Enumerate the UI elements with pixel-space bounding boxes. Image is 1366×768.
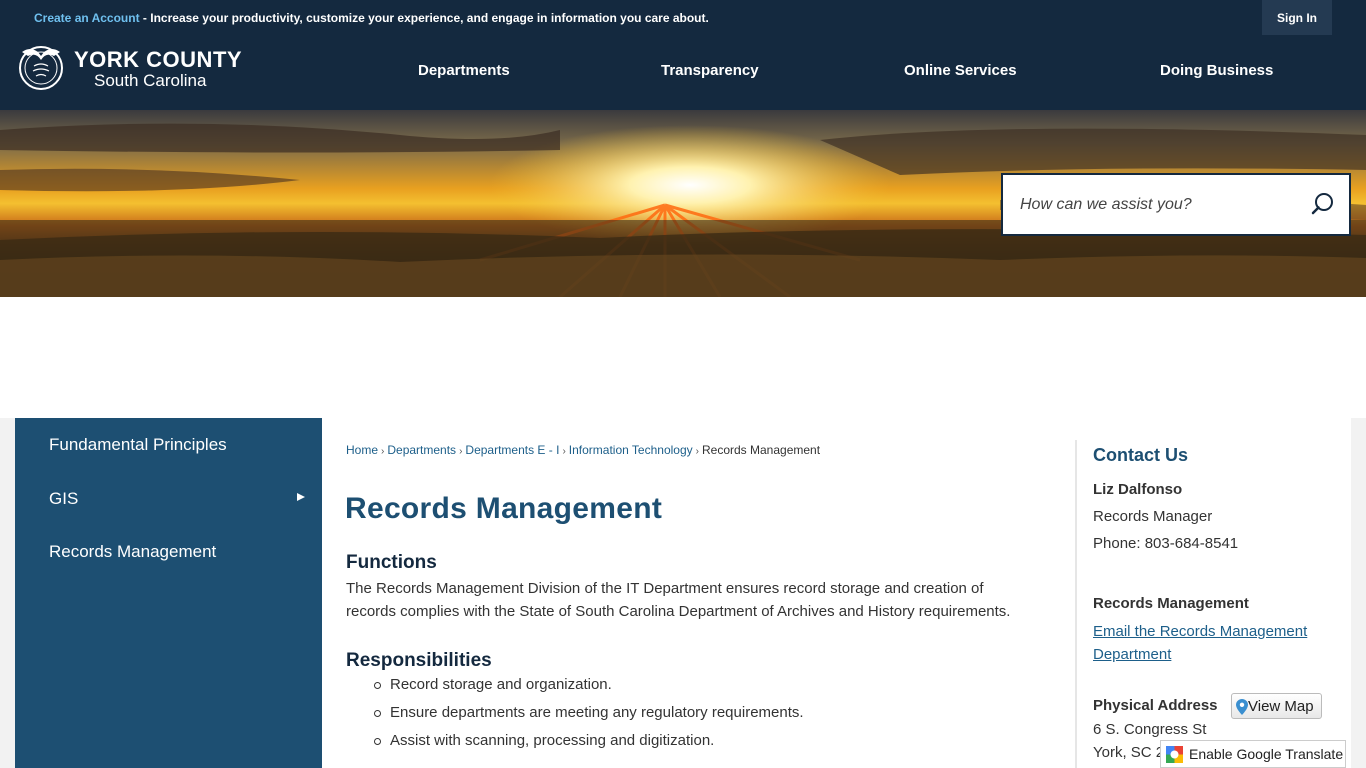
county-seal-logo[interactable] — [16, 42, 66, 92]
list-item: Record storage and organization. — [372, 676, 804, 704]
create-account-link[interactable]: Create an Account — [34, 11, 140, 25]
spacer — [0, 297, 1366, 418]
contact-name: Liz Dalfonso — [1093, 481, 1183, 498]
sign-in-button[interactable]: Sign In — [1262, 0, 1332, 35]
contact-heading: Contact Us — [1093, 445, 1189, 465]
google-translate-button[interactable]: Enable Google Translate — [1160, 740, 1346, 768]
breadcrumb-separator: › — [381, 446, 385, 457]
functions-heading: Functions — [346, 552, 437, 573]
list-item: Assist with scanning, processing and dig… — [372, 732, 804, 760]
nav-departments[interactable]: Departments — [418, 62, 510, 79]
breadcrumb-separator: › — [562, 446, 566, 457]
account-promo-text: - Increase your productivity, customize … — [139, 11, 709, 25]
main-content: Home › Departments › Departments E - I › Infor… — [322, 418, 1351, 768]
search-input[interactable] — [1003, 175, 1303, 234]
search-icon[interactable] — [1309, 191, 1337, 219]
responsibilities-heading: Responsibilities — [346, 650, 492, 671]
department-heading: Records Management — [1093, 595, 1249, 612]
breadcrumb-home[interactable]: Home — [346, 443, 378, 457]
breadcrumb-information-technology[interactable]: Information Technology — [569, 443, 693, 457]
breadcrumb-departments-e-i[interactable]: Departments E - I — [465, 443, 559, 457]
list-item: Ensure departments are meeting any regul… — [372, 704, 804, 732]
utility-bar: Create an Account - Increase your produc… — [0, 0, 1366, 35]
contact-phone: Phone: 803-684-8541 — [1093, 535, 1239, 552]
logo-subtitle[interactable]: South Carolina — [94, 71, 206, 91]
sidebar-nav: Fundamental Principles GIS Records Manag… — [15, 418, 322, 768]
address-heading: Physical Address — [1093, 697, 1218, 714]
sidebar-item-fundamental-principles[interactable]: Fundamental Principles — [49, 435, 227, 455]
breadcrumb-separator: › — [459, 446, 463, 457]
breadcrumb-departments[interactable]: Departments — [387, 443, 456, 457]
email-department-link[interactable]: Email the Records Management Department — [1093, 620, 1333, 666]
google-translate-icon — [1166, 746, 1183, 763]
address-line-2: York, SC 2 — [1093, 744, 1165, 761]
functions-text: The Records Management Division of the I… — [346, 580, 1011, 620]
column-divider — [1075, 440, 1077, 768]
nav-doing-business[interactable]: Doing Business — [1160, 62, 1273, 79]
logo-title[interactable]: YORK COUNTY — [74, 47, 242, 73]
breadcrumb-separator: › — [695, 446, 699, 457]
page-title: Records Management — [345, 492, 663, 525]
site-header: YORK COUNTY South Carolina Departments T… — [0, 35, 1366, 110]
address-line-1: 6 S. Congress St — [1093, 721, 1207, 738]
breadcrumb: Home › Departments › Departments E - I › Infor… — [346, 443, 820, 457]
account-promo: Create an Account - Increase your produc… — [34, 11, 709, 25]
google-translate-label: Enable Google Translate — [1189, 746, 1344, 762]
nav-transparency[interactable]: Transparency — [661, 62, 759, 79]
view-map-button[interactable]: View Map — [1231, 693, 1322, 719]
sidebar-item-records-management[interactable]: Records Management — [49, 542, 216, 562]
nav-online-services[interactable]: Online Services — [904, 62, 1017, 79]
responsibilities-list: Record storage and organization. Ensure … — [372, 676, 804, 760]
sidebar-item-gis[interactable]: GIS — [49, 489, 78, 509]
contact-role: Records Manager — [1093, 508, 1213, 525]
site-search — [1001, 173, 1351, 236]
map-pin-icon — [1236, 699, 1248, 719]
view-map-label: View Map — [1248, 697, 1314, 715]
breadcrumb-current: Records Management — [701, 443, 821, 457]
submenu-arrow-icon[interactable] — [297, 493, 305, 501]
